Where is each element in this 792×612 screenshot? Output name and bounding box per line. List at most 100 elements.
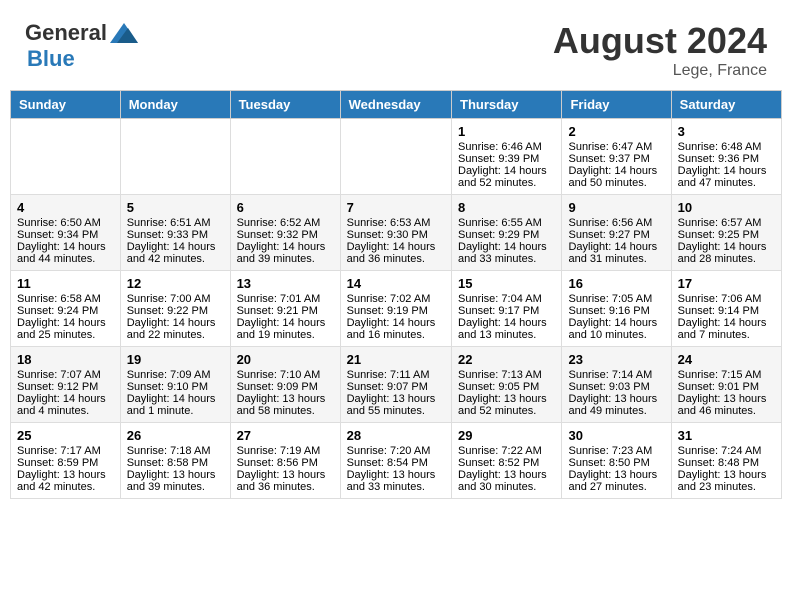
calendar-day: 1Sunrise: 6:46 AMSunset: 9:39 PMDaylight… <box>452 119 562 195</box>
daylight-hours: Daylight: 13 hours and 58 minutes. <box>237 393 334 417</box>
logo: General Blue <box>25 20 138 72</box>
day-number: 30 <box>568 428 664 443</box>
daylight-hours: Daylight: 13 hours and 33 minutes. <box>347 469 445 493</box>
weekday-header: Thursday <box>452 91 562 119</box>
sunset: Sunset: 9:01 PM <box>678 381 775 393</box>
calendar-day: 15Sunrise: 7:04 AMSunset: 9:17 PMDayligh… <box>452 271 562 347</box>
calendar-day: 9Sunrise: 6:56 AMSunset: 9:27 PMDaylight… <box>562 195 671 271</box>
sunrise: Sunrise: 7:13 AM <box>458 369 555 381</box>
sunset: Sunset: 9:32 PM <box>237 229 334 241</box>
sunrise: Sunrise: 7:06 AM <box>678 293 775 305</box>
sunset: Sunset: 9:30 PM <box>347 229 445 241</box>
sunrise: Sunrise: 6:48 AM <box>678 141 775 153</box>
sunrise: Sunrise: 7:04 AM <box>458 293 555 305</box>
sunset: Sunset: 9:24 PM <box>17 305 114 317</box>
sunrise: Sunrise: 6:51 AM <box>127 217 224 229</box>
sunset: Sunset: 9:19 PM <box>347 305 445 317</box>
sunrise: Sunrise: 6:55 AM <box>458 217 555 229</box>
sunset: Sunset: 9:17 PM <box>458 305 555 317</box>
sunrise: Sunrise: 7:07 AM <box>17 369 114 381</box>
sunset: Sunset: 8:59 PM <box>17 457 114 469</box>
sunset: Sunset: 8:50 PM <box>568 457 664 469</box>
calendar-week-row: 18Sunrise: 7:07 AMSunset: 9:12 PMDayligh… <box>11 347 782 423</box>
weekday-header-row: SundayMondayTuesdayWednesdayThursdayFrid… <box>11 91 782 119</box>
day-number: 25 <box>17 428 114 443</box>
daylight-hours: Daylight: 14 hours and 36 minutes. <box>347 241 445 265</box>
sunrise: Sunrise: 7:14 AM <box>568 369 664 381</box>
logo-icon <box>110 23 138 43</box>
calendar-day: 12Sunrise: 7:00 AMSunset: 9:22 PMDayligh… <box>120 271 230 347</box>
daylight-hours: Daylight: 14 hours and 19 minutes. <box>237 317 334 341</box>
day-number: 31 <box>678 428 775 443</box>
daylight-hours: Daylight: 14 hours and 50 minutes. <box>568 165 664 189</box>
day-number: 18 <box>17 352 114 367</box>
day-number: 19 <box>127 352 224 367</box>
sunset: Sunset: 9:34 PM <box>17 229 114 241</box>
sunrise: Sunrise: 7:01 AM <box>237 293 334 305</box>
sunrise: Sunrise: 7:02 AM <box>347 293 445 305</box>
day-number: 26 <box>127 428 224 443</box>
day-number: 14 <box>347 276 445 291</box>
calendar-day: 13Sunrise: 7:01 AMSunset: 9:21 PMDayligh… <box>230 271 340 347</box>
calendar-day: 17Sunrise: 7:06 AMSunset: 9:14 PMDayligh… <box>671 271 781 347</box>
day-number: 11 <box>17 276 114 291</box>
calendar-day: 6Sunrise: 6:52 AMSunset: 9:32 PMDaylight… <box>230 195 340 271</box>
calendar-day: 29Sunrise: 7:22 AMSunset: 8:52 PMDayligh… <box>452 423 562 499</box>
sunrise: Sunrise: 6:52 AM <box>237 217 334 229</box>
sunset: Sunset: 9:36 PM <box>678 153 775 165</box>
daylight-hours: Daylight: 13 hours and 36 minutes. <box>237 469 334 493</box>
sunset: Sunset: 9:07 PM <box>347 381 445 393</box>
calendar-day: 31Sunrise: 7:24 AMSunset: 8:48 PMDayligh… <box>671 423 781 499</box>
logo-blue: Blue <box>27 46 75 72</box>
day-number: 4 <box>17 200 114 215</box>
sunrise: Sunrise: 6:50 AM <box>17 217 114 229</box>
sunset: Sunset: 9:10 PM <box>127 381 224 393</box>
sunset: Sunset: 9:12 PM <box>17 381 114 393</box>
daylight-hours: Daylight: 13 hours and 27 minutes. <box>568 469 664 493</box>
sunset: Sunset: 9:16 PM <box>568 305 664 317</box>
sunset: Sunset: 9:29 PM <box>458 229 555 241</box>
daylight-hours: Daylight: 14 hours and 47 minutes. <box>678 165 775 189</box>
calendar-day: 16Sunrise: 7:05 AMSunset: 9:16 PMDayligh… <box>562 271 671 347</box>
daylight-hours: Daylight: 13 hours and 42 minutes. <box>17 469 114 493</box>
sunset: Sunset: 8:52 PM <box>458 457 555 469</box>
day-number: 28 <box>347 428 445 443</box>
calendar-day: 7Sunrise: 6:53 AMSunset: 9:30 PMDaylight… <box>340 195 451 271</box>
sunrise: Sunrise: 6:47 AM <box>568 141 664 153</box>
day-number: 13 <box>237 276 334 291</box>
weekday-header: Tuesday <box>230 91 340 119</box>
daylight-hours: Daylight: 14 hours and 31 minutes. <box>568 241 664 265</box>
day-number: 22 <box>458 352 555 367</box>
daylight-hours: Daylight: 14 hours and 10 minutes. <box>568 317 664 341</box>
sunset: Sunset: 9:14 PM <box>678 305 775 317</box>
sunrise: Sunrise: 7:24 AM <box>678 445 775 457</box>
calendar-day: 27Sunrise: 7:19 AMSunset: 8:56 PMDayligh… <box>230 423 340 499</box>
day-number: 21 <box>347 352 445 367</box>
calendar-day: 19Sunrise: 7:09 AMSunset: 9:10 PMDayligh… <box>120 347 230 423</box>
day-number: 15 <box>458 276 555 291</box>
day-number: 17 <box>678 276 775 291</box>
calendar-day: 25Sunrise: 7:17 AMSunset: 8:59 PMDayligh… <box>11 423 121 499</box>
daylight-hours: Daylight: 14 hours and 1 minute. <box>127 393 224 417</box>
day-number: 10 <box>678 200 775 215</box>
sunrise: Sunrise: 7:10 AM <box>237 369 334 381</box>
title-block: August 2024 Lege, France <box>553 20 767 80</box>
weekday-header: Saturday <box>671 91 781 119</box>
calendar-day <box>340 119 451 195</box>
daylight-hours: Daylight: 14 hours and 52 minutes. <box>458 165 555 189</box>
sunset: Sunset: 8:56 PM <box>237 457 334 469</box>
daylight-hours: Daylight: 14 hours and 39 minutes. <box>237 241 334 265</box>
calendar-day: 20Sunrise: 7:10 AMSunset: 9:09 PMDayligh… <box>230 347 340 423</box>
calendar-day: 18 Sunrise: 7:07 AMSunset: 9:12 PMDayligh… <box>11 347 121 423</box>
daylight-hours: Daylight: 13 hours and 52 minutes. <box>458 393 555 417</box>
calendar-day: 10Sunrise: 6:57 AMSunset: 9:25 PMDayligh… <box>671 195 781 271</box>
weekday-header: Friday <box>562 91 671 119</box>
sunset: Sunset: 8:48 PM <box>678 457 775 469</box>
day-number: 12 <box>127 276 224 291</box>
weekday-header: Monday <box>120 91 230 119</box>
sunrise: Sunrise: 7:18 AM <box>127 445 224 457</box>
calendar-day: 4Sunrise: 6:50 AMSunset: 9:34 PMDaylight… <box>11 195 121 271</box>
day-number: 2 <box>568 124 664 139</box>
daylight-hours: Daylight: 13 hours and 39 minutes. <box>127 469 224 493</box>
daylight-hours: Daylight: 14 hours and 4 minutes. <box>17 393 114 417</box>
